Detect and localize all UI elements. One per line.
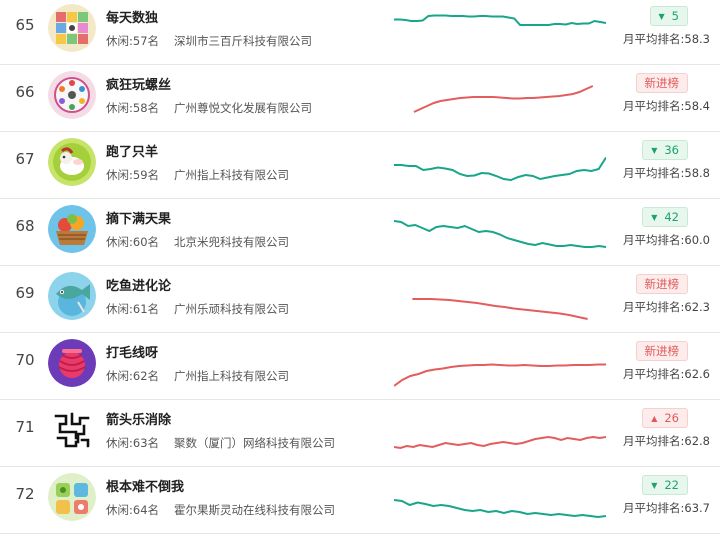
change-value: 42 (664, 210, 679, 224)
rank-trend-sparkline (394, 499, 606, 519)
rank-trend-sparkline (413, 85, 594, 113)
trend-line (412, 298, 588, 320)
ranking-row[interactable]: 67 跑了只羊休闲:59名 广州指上科技有限公司 ▼ 36 月平均排名:58.8 (0, 132, 720, 199)
rank-change-badge: 新进榜 (635, 73, 688, 93)
arrow-maze-icon[interactable] (48, 406, 96, 454)
ranking-row[interactable]: 65 每天数独 休闲:57名 深圳市三百斤科技有限公司 ▼ 5 月平均排名:58.3 (0, 0, 720, 65)
change-label: 新进榜 (644, 277, 680, 291)
rank-trend-sparkline (394, 156, 606, 182)
trend-line (394, 220, 606, 248)
rank-change-badge: ▼ 5 (649, 6, 688, 26)
rank-number: 69 (15, 284, 35, 302)
ranking-list: 65 每天数独 休闲:57名 深圳市三百斤科技有限公司 ▼ 5 月平均排名:58.3 66 疯狂… (0, 0, 720, 538)
trend-line (413, 85, 594, 113)
monthly-average-rank: 月平均排名:58.3 (623, 32, 710, 46)
change-value: 22 (664, 478, 679, 492)
rank-number: 65 (15, 16, 35, 34)
company-name[interactable]: 霍尔果斯灵动在线科技有限公司 (174, 502, 335, 518)
monthly-average-rank: 月平均排名:62.3 (623, 300, 710, 314)
trend-line (394, 14, 606, 26)
category-rank: 休闲:58名 (106, 101, 160, 115)
app-name[interactable]: 摘下满天果 (106, 208, 171, 227)
rank-change-badge: ▼ 36 (642, 140, 688, 160)
app-name[interactable]: 每天数独 (106, 7, 158, 26)
rank-number: 66 (15, 83, 35, 101)
sheep-icon[interactable] (48, 138, 96, 186)
rank-change-badge: ▲ 26 (642, 408, 688, 428)
fish-icon[interactable] (48, 272, 96, 320)
category-rank: 休闲:64名 (106, 503, 160, 517)
rank-change-badge: 新进榜 (635, 341, 688, 361)
fruit-basket-icon[interactable] (48, 205, 96, 253)
triangle-down-icon: ▼ (651, 481, 658, 490)
change-value: 36 (664, 143, 679, 157)
monthly-average-rank: 月平均排名:60.0 (623, 233, 710, 247)
trend-line (394, 499, 606, 519)
triangle-down-icon: ▼ (658, 12, 665, 21)
yarn-ball-icon[interactable] (48, 339, 96, 387)
category-rank: 休闲:62名 (106, 369, 160, 383)
ranking-row[interactable]: 72 根本难不倒我休闲:64名 霍尔果斯灵动在线科技有限公司 ▼ 22 月平均排名:63.… (0, 467, 720, 534)
app-name[interactable]: 箭头乐消除 (106, 409, 171, 428)
change-value: 5 (671, 9, 679, 23)
trend-line (394, 435, 606, 450)
company-name[interactable]: 聚数（厦门）网络科技有限公司 (174, 435, 335, 451)
app-name[interactable]: 跑了只羊 (106, 141, 158, 160)
monthly-average-rank: 月平均排名:62.8 (623, 434, 710, 448)
company-name[interactable]: 广州指上科技有限公司 (174, 368, 289, 384)
rank-trend-sparkline (394, 14, 606, 26)
rank-trend-sparkline (412, 298, 588, 320)
company-name[interactable]: 深圳市三百斤科技有限公司 (174, 33, 312, 49)
monthly-average-rank: 月平均排名:58.8 (623, 166, 710, 180)
app-name[interactable]: 根本难不倒我 (106, 476, 184, 495)
ranking-row[interactable]: 69 吃鱼进化论休闲:61名 广州乐顽科技有限公司 新进榜月平均排名:62.3 (0, 266, 720, 333)
rank-number: 68 (15, 217, 35, 235)
rank-change-badge: 新进榜 (635, 274, 688, 294)
screw-board-icon[interactable] (48, 71, 96, 119)
monthly-average-rank: 月平均排名:63.7 (623, 501, 710, 515)
monthly-average-rank: 月平均排名:62.6 (623, 367, 710, 381)
triangle-up-icon: ▲ (651, 414, 658, 423)
category-rank: 休闲:60名 (106, 235, 160, 249)
sudoku-grid-icon[interactable] (48, 4, 96, 52)
rank-number: 67 (15, 150, 35, 168)
triangle-down-icon: ▼ (651, 146, 658, 155)
rank-number: 72 (15, 485, 35, 503)
company-name[interactable]: 广州指上科技有限公司 (174, 167, 289, 183)
change-label: 新进榜 (644, 344, 680, 358)
app-name[interactable]: 疯狂玩螺丝 (106, 74, 171, 93)
rank-number: 70 (15, 351, 35, 369)
category-rank: 休闲:57名 (106, 34, 160, 48)
company-name[interactable]: 广州乐顽科技有限公司 (174, 301, 289, 317)
ranking-row[interactable]: 71 箭头乐消除休闲:63名 聚数（厦门）网络科技有限公司 ▲ 26 月平均排名:62.8 (0, 400, 720, 467)
change-label: 新进榜 (644, 76, 680, 90)
ranking-row[interactable]: 68 摘下满天果休闲:60名 北京米兜科技有限公司 ▼ 42 月平均排名:60.0 (0, 199, 720, 266)
change-value: 26 (664, 411, 679, 425)
ranking-row[interactable]: 70 打毛线呀休闲:62名 广州指上科技有限公司 新进榜月平均排名:62.6 (0, 333, 720, 400)
company-name[interactable]: 广州尊悦文化发展有限公司 (174, 100, 312, 116)
company-name[interactable]: 北京米兜科技有限公司 (174, 234, 289, 250)
trend-line (394, 363, 606, 387)
app-name[interactable]: 吃鱼进化论 (106, 275, 171, 294)
triangle-down-icon: ▼ (651, 213, 658, 222)
rank-trend-sparkline (394, 435, 606, 450)
rank-trend-sparkline (394, 363, 606, 387)
food-tiles-icon[interactable] (48, 473, 96, 521)
rank-number: 71 (15, 418, 35, 436)
rank-change-badge: ▼ 22 (642, 475, 688, 495)
monthly-average-rank: 月平均排名:58.4 (623, 99, 710, 113)
category-rank: 休闲:59名 (106, 168, 160, 182)
category-rank: 休闲:61名 (106, 302, 160, 316)
rank-change-badge: ▼ 42 (642, 207, 688, 227)
app-name[interactable]: 打毛线呀 (106, 342, 158, 361)
trend-line (394, 156, 606, 182)
ranking-row[interactable]: 66 疯狂玩螺丝休闲:58名 广州尊悦文化发展有限公司 新进榜月平均排名:58.4 (0, 65, 720, 132)
rank-trend-sparkline (394, 220, 606, 248)
category-rank: 休闲:63名 (106, 436, 160, 450)
